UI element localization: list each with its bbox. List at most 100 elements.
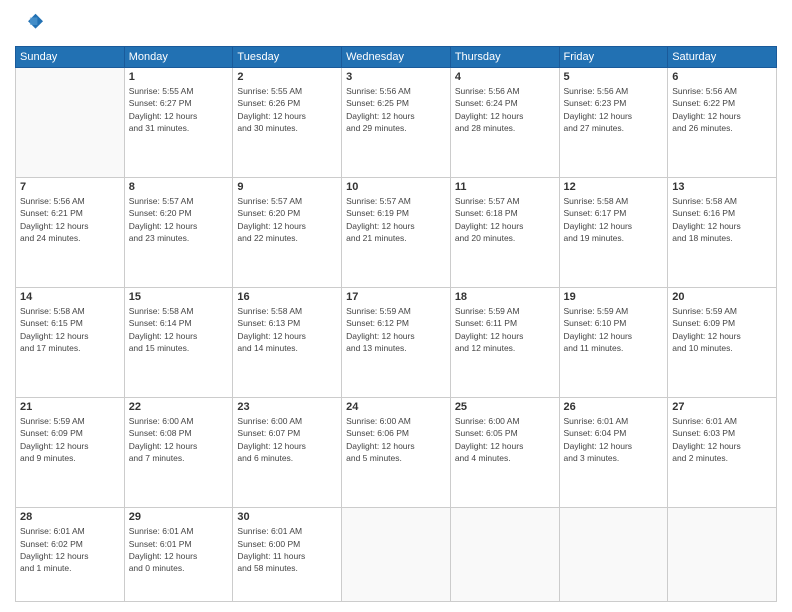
day-number: 21 (20, 401, 120, 413)
day-info: Sunrise: 5:55 AM Sunset: 6:27 PM Dayligh… (129, 85, 229, 134)
day-number: 2 (237, 71, 337, 83)
day-info: Sunrise: 6:00 AM Sunset: 6:05 PM Dayligh… (455, 415, 555, 464)
logo-icon (15, 10, 43, 38)
calendar-cell: 29 Sunrise: 6:01 AM Sunset: 6:01 PM Dayli… (124, 508, 233, 602)
day-info: Sunrise: 5:58 AM Sunset: 6:16 PM Dayligh… (672, 195, 772, 244)
calendar-cell: 28 Sunrise: 6:01 AM Sunset: 6:02 PM Dayli… (16, 508, 125, 602)
col-header-tuesday: Tuesday (233, 47, 342, 68)
week-row-3: 14 Sunrise: 5:58 AM Sunset: 6:15 PM Dayli… (16, 288, 777, 398)
calendar-cell: 21 Sunrise: 5:59 AM Sunset: 6:09 PM Dayli… (16, 398, 125, 508)
day-number: 28 (20, 511, 120, 523)
week-row-1: 1Sunrise: 5:55 AM Sunset: 6:27 PM Daylig… (16, 68, 777, 178)
day-info: Sunrise: 5:55 AM Sunset: 6:26 PM Dayligh… (237, 85, 337, 134)
day-info: Sunrise: 6:01 AM Sunset: 6:00 PM Dayligh… (237, 525, 337, 574)
header-row: SundayMondayTuesdayWednesdayThursdayFrid… (16, 47, 777, 68)
day-info: Sunrise: 6:01 AM Sunset: 6:04 PM Dayligh… (564, 415, 664, 464)
calendar-cell: 18 Sunrise: 5:59 AM Sunset: 6:11 PM Dayli… (450, 288, 559, 398)
calendar-cell (668, 508, 777, 602)
week-row-5: 28 Sunrise: 6:01 AM Sunset: 6:02 PM Dayli… (16, 508, 777, 602)
day-number: 30 (237, 511, 337, 523)
day-number: 20 (672, 291, 772, 303)
calendar-cell: 13 Sunrise: 5:58 AM Sunset: 6:16 PM Dayli… (668, 178, 777, 288)
day-info: Sunrise: 6:00 AM Sunset: 6:07 PM Dayligh… (237, 415, 337, 464)
calendar-cell (559, 508, 668, 602)
day-number: 13 (672, 181, 772, 193)
col-header-thursday: Thursday (450, 47, 559, 68)
day-number: 14 (20, 291, 120, 303)
day-info: Sunrise: 5:56 AM Sunset: 6:24 PM Dayligh… (455, 85, 555, 134)
calendar-cell: 4 Sunrise: 5:56 AM Sunset: 6:24 PM Daylig… (450, 68, 559, 178)
day-info: Sunrise: 5:57 AM Sunset: 6:20 PM Dayligh… (237, 195, 337, 244)
header (15, 10, 777, 38)
day-info: Sunrise: 5:59 AM Sunset: 6:09 PM Dayligh… (20, 415, 120, 464)
calendar-cell: 15Sunrise: 5:58 AM Sunset: 6:14 PM Dayli… (124, 288, 233, 398)
day-number: 3 (346, 71, 446, 83)
day-info: Sunrise: 5:57 AM Sunset: 6:20 PM Dayligh… (129, 195, 229, 244)
day-number: 9 (237, 181, 337, 193)
day-number: 15 (129, 291, 229, 303)
day-info: Sunrise: 5:57 AM Sunset: 6:18 PM Dayligh… (455, 195, 555, 244)
day-number: 17 (346, 291, 446, 303)
calendar-cell: 3 Sunrise: 5:56 AM Sunset: 6:25 PM Daylig… (342, 68, 451, 178)
day-number: 8 (129, 181, 229, 193)
day-info: Sunrise: 5:59 AM Sunset: 6:11 PM Dayligh… (455, 305, 555, 354)
day-info: Sunrise: 5:57 AM Sunset: 6:19 PM Dayligh… (346, 195, 446, 244)
day-info: Sunrise: 5:56 AM Sunset: 6:22 PM Dayligh… (672, 85, 772, 134)
day-number: 26 (564, 401, 664, 413)
day-number: 5 (564, 71, 664, 83)
day-info: Sunrise: 5:59 AM Sunset: 6:10 PM Dayligh… (564, 305, 664, 354)
logo (15, 10, 47, 38)
day-info: Sunrise: 6:01 AM Sunset: 6:02 PM Dayligh… (20, 525, 120, 574)
day-info: Sunrise: 5:58 AM Sunset: 6:15 PM Dayligh… (20, 305, 120, 354)
day-number: 23 (237, 401, 337, 413)
calendar-cell: 14 Sunrise: 5:58 AM Sunset: 6:15 PM Dayli… (16, 288, 125, 398)
col-header-friday: Friday (559, 47, 668, 68)
day-info: Sunrise: 5:58 AM Sunset: 6:13 PM Dayligh… (237, 305, 337, 354)
week-row-4: 21 Sunrise: 5:59 AM Sunset: 6:09 PM Dayli… (16, 398, 777, 508)
calendar-cell: 16 Sunrise: 5:58 AM Sunset: 6:13 PM Dayli… (233, 288, 342, 398)
calendar-cell: 17 Sunrise: 5:59 AM Sunset: 6:12 PM Dayli… (342, 288, 451, 398)
calendar-cell: 20Sunrise: 5:59 AM Sunset: 6:09 PM Dayli… (668, 288, 777, 398)
day-number: 29 (129, 511, 229, 523)
col-header-sunday: Sunday (16, 47, 125, 68)
calendar-table: SundayMondayTuesdayWednesdayThursdayFrid… (15, 46, 777, 602)
day-info: Sunrise: 6:01 AM Sunset: 6:03 PM Dayligh… (672, 415, 772, 464)
day-info: Sunrise: 5:58 AM Sunset: 6:17 PM Dayligh… (564, 195, 664, 244)
calendar-cell (450, 508, 559, 602)
day-number: 16 (237, 291, 337, 303)
day-number: 6 (672, 71, 772, 83)
day-number: 10 (346, 181, 446, 193)
col-header-monday: Monday (124, 47, 233, 68)
calendar-cell: 9 Sunrise: 5:57 AM Sunset: 6:20 PM Daylig… (233, 178, 342, 288)
day-info: Sunrise: 6:01 AM Sunset: 6:01 PM Dayligh… (129, 525, 229, 574)
calendar-cell: 11Sunrise: 5:57 AM Sunset: 6:18 PM Dayli… (450, 178, 559, 288)
day-info: Sunrise: 5:56 AM Sunset: 6:21 PM Dayligh… (20, 195, 120, 244)
col-header-saturday: Saturday (668, 47, 777, 68)
day-number: 27 (672, 401, 772, 413)
day-info: Sunrise: 6:00 AM Sunset: 6:06 PM Dayligh… (346, 415, 446, 464)
day-number: 18 (455, 291, 555, 303)
calendar-cell: 10 Sunrise: 5:57 AM Sunset: 6:19 PM Dayli… (342, 178, 451, 288)
calendar-cell: 22Sunrise: 6:00 AM Sunset: 6:08 PM Dayli… (124, 398, 233, 508)
calendar-cell: 2 Sunrise: 5:55 AM Sunset: 6:26 PM Daylig… (233, 68, 342, 178)
calendar-cell: 27 Sunrise: 6:01 AM Sunset: 6:03 PM Dayli… (668, 398, 777, 508)
day-info: Sunrise: 5:56 AM Sunset: 6:23 PM Dayligh… (564, 85, 664, 134)
calendar-cell: 7Sunrise: 5:56 AM Sunset: 6:21 PM Daylig… (16, 178, 125, 288)
calendar-cell (16, 68, 125, 178)
day-number: 12 (564, 181, 664, 193)
col-header-wednesday: Wednesday (342, 47, 451, 68)
day-info: Sunrise: 5:56 AM Sunset: 6:25 PM Dayligh… (346, 85, 446, 134)
day-info: Sunrise: 5:59 AM Sunset: 6:12 PM Dayligh… (346, 305, 446, 354)
day-number: 25 (455, 401, 555, 413)
calendar-cell: 5 Sunrise: 5:56 AM Sunset: 6:23 PM Daylig… (559, 68, 668, 178)
day-number: 4 (455, 71, 555, 83)
calendar-cell: 1Sunrise: 5:55 AM Sunset: 6:27 PM Daylig… (124, 68, 233, 178)
calendar-cell: 30 Sunrise: 6:01 AM Sunset: 6:00 PM Dayli… (233, 508, 342, 602)
day-number: 19 (564, 291, 664, 303)
calendar-cell: 6 Sunrise: 5:56 AM Sunset: 6:22 PM Daylig… (668, 68, 777, 178)
calendar-cell (342, 508, 451, 602)
calendar-cell: 19 Sunrise: 5:59 AM Sunset: 6:10 PM Dayli… (559, 288, 668, 398)
day-number: 22 (129, 401, 229, 413)
day-number: 24 (346, 401, 446, 413)
calendar-cell: 12 Sunrise: 5:58 AM Sunset: 6:17 PM Dayli… (559, 178, 668, 288)
